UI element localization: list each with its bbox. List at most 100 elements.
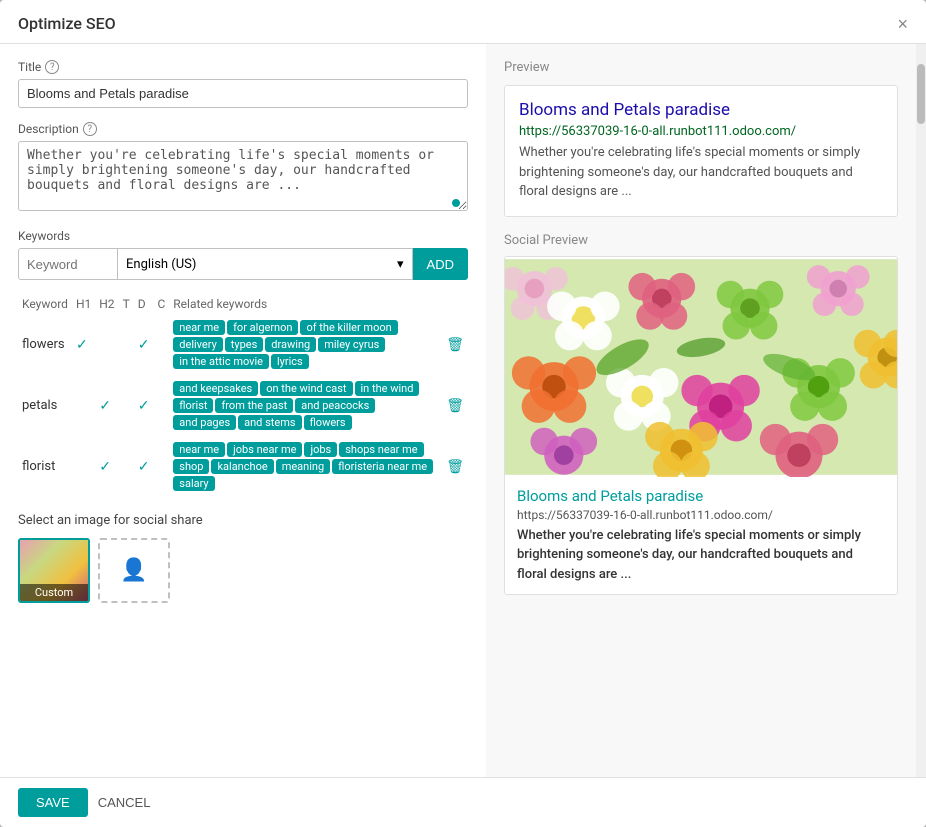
social-preview-label: Social Preview xyxy=(504,233,898,248)
social-preview-description: Whether you're celebrating life's specia… xyxy=(517,526,885,585)
keywords-label: Keywords xyxy=(18,229,468,243)
related-keyword-tag: salary xyxy=(173,476,214,491)
related-keyword-tag: and stems xyxy=(238,415,301,430)
col-h1: H1 xyxy=(72,294,95,314)
description-help-icon[interactable]: ? xyxy=(83,122,97,136)
title-input[interactable] xyxy=(18,79,468,108)
related-keyword-tag: of the killer moon xyxy=(300,320,397,335)
description-textarea-wrapper: Whether you're celebrating life's specia… xyxy=(18,141,468,215)
right-panel: Preview Blooms and Petals paradise https… xyxy=(486,44,916,777)
textarea-dot xyxy=(452,199,460,207)
kw-cell-c xyxy=(153,436,169,497)
related-keyword-tag: meaning xyxy=(276,459,330,474)
kw-cell-t xyxy=(119,375,134,436)
related-keyword-tag: miley cyrus xyxy=(318,337,385,352)
kw-cell-h1 xyxy=(72,375,95,436)
kw-cell-t xyxy=(119,436,134,497)
related-keyword-tag: near me xyxy=(173,320,225,335)
kw-cell-t xyxy=(119,314,134,375)
related-keyword-tag: types xyxy=(225,337,264,352)
related-keyword-tag: shops near me xyxy=(339,442,423,457)
kw-cell-delete[interactable]: 🗑 xyxy=(442,375,468,436)
preview-label: Preview xyxy=(504,60,898,75)
related-keyword-tag: in the attic movie xyxy=(173,354,269,369)
related-keyword-tag: near me xyxy=(173,442,225,457)
language-select[interactable]: English (US) ▾ xyxy=(118,248,413,280)
related-keyword-tag: and pages xyxy=(173,415,236,430)
related-keyword-tag: florist xyxy=(173,398,213,413)
col-t: T xyxy=(119,294,134,314)
chevron-down-icon: ▾ xyxy=(397,257,404,272)
kw-cell-h1: ✓ xyxy=(72,314,95,375)
delete-keyword-button[interactable]: 🗑 xyxy=(446,337,464,353)
related-keyword-tag: jobs near me xyxy=(227,442,302,457)
social-preview-title: Blooms and Petals paradise xyxy=(517,487,885,505)
related-keyword-tag: lyrics xyxy=(271,354,309,369)
cancel-button[interactable]: CANCEL xyxy=(98,795,151,810)
modal-title: Optimize SEO xyxy=(18,14,116,33)
related-keyword-tag: jobs xyxy=(304,442,337,457)
modal-body: Title ? Description ? Whether you're cel… xyxy=(0,44,926,777)
scrollbar-thumb[interactable] xyxy=(917,64,925,124)
delete-keyword-button[interactable]: 🗑 xyxy=(446,398,464,414)
keywords-input-row: English (US) ▾ ADD xyxy=(18,248,468,280)
related-keyword-tag: delivery xyxy=(173,337,223,352)
title-label: Title ? xyxy=(18,60,468,74)
save-button[interactable]: SAVE xyxy=(18,788,88,817)
person-icon: 👤 xyxy=(120,558,147,583)
title-field-group: Title ? xyxy=(18,60,468,108)
kw-cell-h1 xyxy=(72,436,95,497)
kw-cell-keyword: petals xyxy=(18,375,72,436)
related-keyword-tag: from the past xyxy=(215,398,293,413)
kw-cell-c xyxy=(153,314,169,375)
preview-box: Blooms and Petals paradise https://56337… xyxy=(504,85,898,217)
related-keyword-tag: drawing xyxy=(265,337,316,352)
kw-cell-h2 xyxy=(95,314,118,375)
kw-cell-delete[interactable]: 🗑 xyxy=(442,436,468,497)
col-d: D xyxy=(134,294,154,314)
table-row: petals✓✓and keepsakeson the wind castin … xyxy=(18,375,468,436)
col-h2: H2 xyxy=(95,294,118,314)
add-image-thumb[interactable]: 👤 xyxy=(98,538,170,603)
close-button[interactable]: × xyxy=(897,15,908,33)
col-related: Related keywords xyxy=(169,294,442,314)
description-label: Description ? xyxy=(18,122,468,136)
delete-keyword-button[interactable]: 🗑 xyxy=(446,459,464,475)
related-keyword-tag: and keepsakes xyxy=(173,381,258,396)
table-row: florist ✓ ✓ near mejobs near mejobsshops ne… xyxy=(18,436,468,497)
kw-cell-d: ✓ xyxy=(134,436,154,497)
description-textarea[interactable]: Whether you're celebrating life's specia… xyxy=(18,141,468,211)
scrollbar-track xyxy=(916,44,926,777)
related-keyword-tag: on the wind cast xyxy=(260,381,352,396)
add-keyword-button[interactable]: ADD xyxy=(413,248,468,280)
related-keyword-tag: floristeria near me xyxy=(332,459,433,474)
kw-cell-delete[interactable]: 🗑 xyxy=(442,314,468,375)
related-keyword-tag: for algernon xyxy=(227,320,298,335)
right-panel-container: Preview Blooms and Petals paradise https… xyxy=(486,44,926,777)
kw-cell-keyword: florist xyxy=(18,436,72,497)
image-thumbnails: Custom 👤 xyxy=(18,538,468,603)
kw-cell-d: ✓ xyxy=(134,375,154,436)
description-field-group: Description ? Whether you're celebrating… xyxy=(18,122,468,215)
table-row: flowers✓✓near mefor algernonof the kille… xyxy=(18,314,468,375)
title-help-icon[interactable]: ? xyxy=(45,60,59,74)
preview-title[interactable]: Blooms and Petals paradise xyxy=(519,100,883,120)
social-preview-image xyxy=(505,257,897,477)
modal-header: Optimize SEO × xyxy=(0,0,926,44)
modal-footer: SAVE CANCEL xyxy=(0,777,926,827)
custom-image-thumb[interactable]: Custom xyxy=(18,538,90,603)
preview-url: https://56337039-16-0-all.runbot111.odoo… xyxy=(519,124,883,139)
kw-cell-related: near mejobs near mejobsshops near meshop… xyxy=(169,436,442,497)
related-keyword-tag: flowers xyxy=(304,415,352,430)
kw-cell-h2: ✓ xyxy=(95,436,118,497)
keyword-input[interactable] xyxy=(18,248,118,280)
flower-svg xyxy=(505,257,897,477)
keywords-table: Keyword H1 H2 T D C Related keywords flo… xyxy=(18,294,468,497)
related-keyword-tag: and peacocks xyxy=(295,398,375,413)
preview-description: Whether you're celebrating life's specia… xyxy=(519,143,883,202)
kw-cell-h2: ✓ xyxy=(95,375,118,436)
col-c: C xyxy=(153,294,169,314)
related-keyword-tag: kalanchoe xyxy=(211,459,273,474)
kw-cell-keyword: flowers xyxy=(18,314,72,375)
col-keyword: Keyword xyxy=(18,294,72,314)
